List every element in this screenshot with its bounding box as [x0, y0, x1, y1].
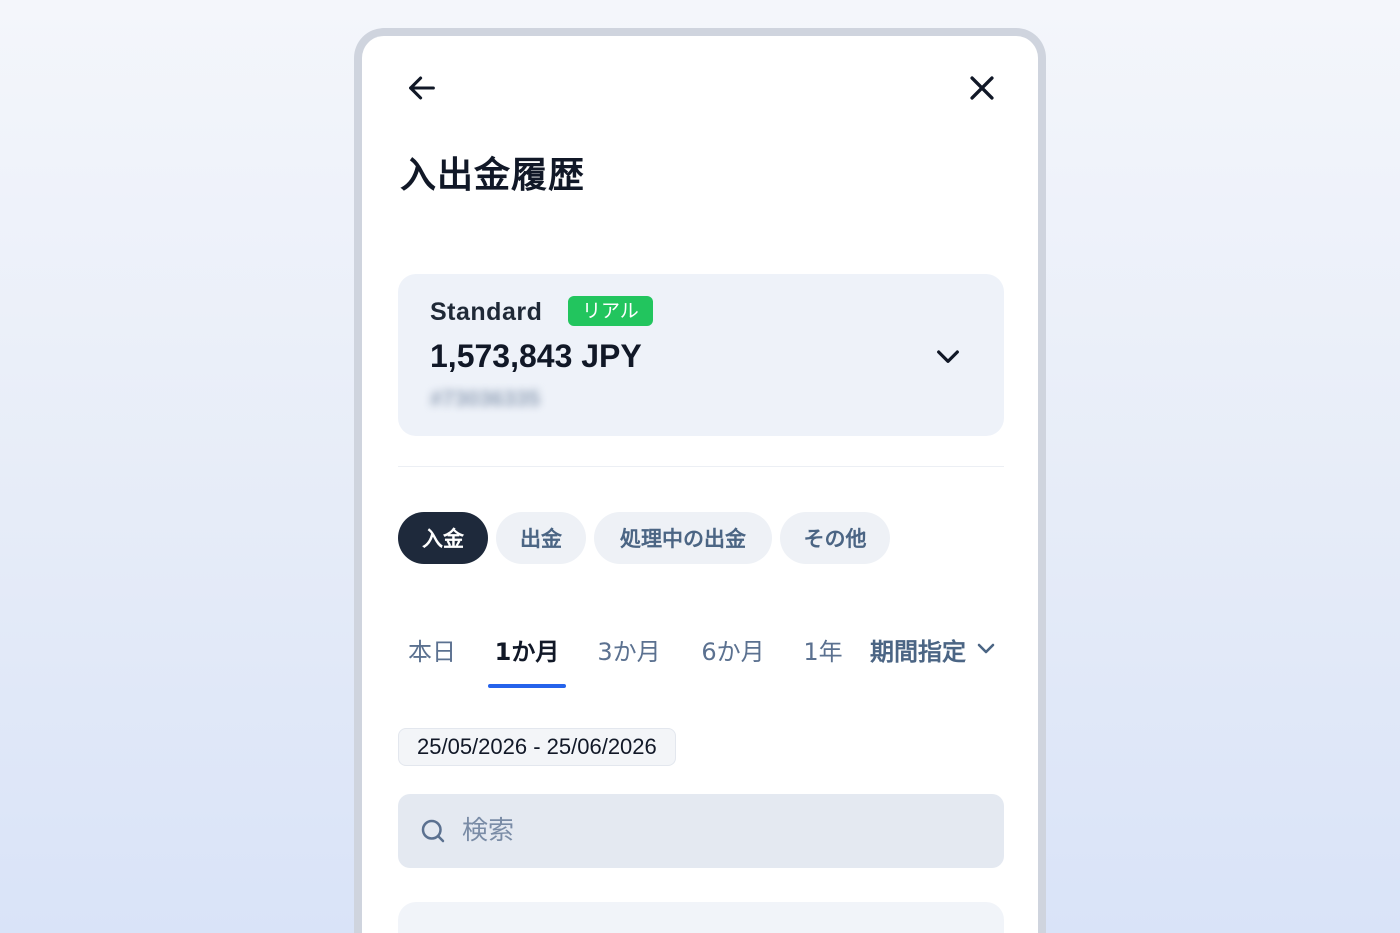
search-input[interactable]: [460, 815, 964, 847]
period-tab-1-month[interactable]: 1か月: [488, 632, 566, 688]
screen-content: 入出金履歴 Standard リアル 1,573,843 JPY #730363…: [362, 36, 1038, 933]
close-button[interactable]: [960, 66, 1004, 110]
filter-chip-withdrawal[interactable]: 出金: [496, 512, 586, 564]
search-icon: [421, 819, 445, 843]
account-type: Standard: [430, 298, 543, 326]
period-tab-label: 本日: [408, 638, 456, 666]
period-tab-label: 6か月: [701, 638, 765, 666]
account-balance: 1,573,843 JPY: [430, 338, 642, 374]
period-custom-dropdown[interactable]: 期間指定: [870, 632, 998, 672]
filter-chip-deposit[interactable]: 入金: [398, 512, 488, 564]
arrow-left-icon: [409, 76, 435, 100]
close-icon: [970, 76, 994, 100]
section-divider: [398, 466, 1004, 467]
period-tab-3-months[interactable]: 3か月: [590, 632, 668, 688]
period-tab-label: 1か月: [494, 638, 560, 666]
account-dropdown-toggle[interactable]: [928, 336, 968, 376]
filter-chip-other[interactable]: その他: [780, 512, 890, 564]
chevron-down-icon: [937, 350, 959, 363]
app-window: 入出金履歴 Standard リアル 1,573,843 JPY #730363…: [354, 28, 1046, 933]
period-custom-label: 期間指定: [870, 638, 966, 666]
period-tab-1-year[interactable]: 1年: [798, 632, 848, 688]
date-range-label: 25/05/2026 - 25/06/2026: [398, 728, 676, 766]
period-tab-6-months[interactable]: 6か月: [694, 632, 772, 688]
list-item-partial: [398, 902, 1004, 933]
active-tab-indicator: [488, 684, 566, 688]
filter-chip-pending-withdrawal[interactable]: 処理中の出金: [594, 512, 772, 564]
period-tab-label: 1年: [803, 638, 843, 666]
period-tab-today[interactable]: 本日: [402, 632, 462, 688]
search-field[interactable]: [398, 794, 1004, 868]
chevron-down-icon: [977, 643, 995, 654]
account-status-badge: リアル: [568, 296, 653, 326]
account-selector[interactable]: Standard リアル 1,573,843 JPY #73036335: [398, 274, 1004, 436]
period-tab-label: 3か月: [597, 638, 661, 666]
back-button[interactable]: [400, 66, 444, 110]
account-number: #73036335: [430, 386, 541, 411]
page-title: 入出金履歴: [400, 155, 586, 196]
